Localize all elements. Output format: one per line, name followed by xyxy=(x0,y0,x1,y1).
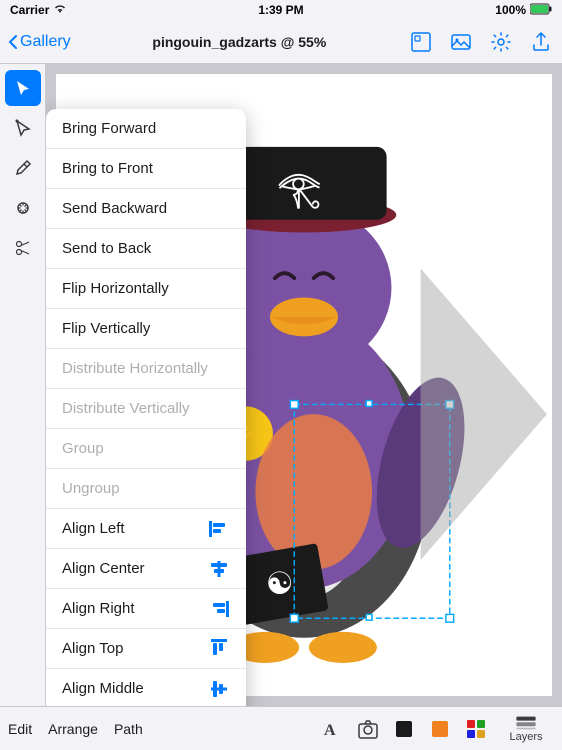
menu-item-label: Distribute Horizontally xyxy=(62,360,208,377)
battery-icon xyxy=(530,3,552,18)
canvas-area[interactable]: 𓂀 ⚡ xyxy=(46,64,562,706)
align-left-icon xyxy=(208,518,230,540)
menu-item-group: Group xyxy=(46,429,246,469)
menu-item-send-to-back[interactable]: Send to Back xyxy=(46,229,246,269)
menu-item-distribute-horizontally: Distribute Horizontally xyxy=(46,349,246,389)
nav-title: pingouin_gadzarts @ 55% xyxy=(152,34,326,50)
bottom-tabs: Edit Arrange Path xyxy=(8,721,143,737)
share-icon[interactable] xyxy=(528,29,554,55)
svg-text:A: A xyxy=(324,722,336,739)
pen-tool[interactable] xyxy=(5,150,41,186)
main-area: 𓂀 ⚡ xyxy=(0,64,562,706)
align-center-icon xyxy=(208,558,230,580)
menu-item-bring-forward[interactable]: Bring Forward xyxy=(46,109,246,149)
bottom-toolbar: Edit Arrange Path A xyxy=(0,706,562,750)
menu-item-label: Group xyxy=(62,440,104,457)
menu-item-align-center[interactable]: Align Center xyxy=(46,549,246,589)
wifi-icon xyxy=(53,3,67,17)
svg-text:𓂀: 𓂀 xyxy=(277,169,321,209)
svg-text:☯: ☯ xyxy=(266,566,294,601)
back-label: Gallery xyxy=(20,33,71,51)
select-tool[interactable] xyxy=(5,70,41,106)
status-time: 1:39 PM xyxy=(258,3,303,17)
menu-item-label: Align Left xyxy=(62,520,125,537)
carrier-label: Carrier xyxy=(10,3,49,17)
back-button[interactable]: Gallery xyxy=(8,33,71,51)
menu-item-send-backward[interactable]: Send Backward xyxy=(46,189,246,229)
menu-item-label: Send to Back xyxy=(62,240,151,257)
nav-left: Gallery xyxy=(8,33,71,51)
bottom-icons: A Layer xyxy=(318,715,554,743)
menu-item-label: Bring Forward xyxy=(62,120,156,137)
menu-item-label: Distribute Vertically xyxy=(62,400,190,417)
status-right: 100% xyxy=(495,3,552,18)
menu-item-label: Flip Horizontally xyxy=(62,280,169,297)
tab-path[interactable]: Path xyxy=(114,721,143,737)
menu-item-align-left[interactable]: Align Left xyxy=(46,509,246,549)
menu-item-label: Align Right xyxy=(62,600,135,617)
black-square-icon[interactable] xyxy=(390,715,418,743)
tab-edit[interactable]: Edit xyxy=(8,721,32,737)
align-middle-icon xyxy=(208,678,230,700)
color-grid-icon[interactable] xyxy=(462,715,490,743)
camera-icon[interactable] xyxy=(354,715,382,743)
status-left: Carrier xyxy=(10,3,67,17)
menu-item-align-right[interactable]: Align Right xyxy=(46,589,246,629)
menu-item-label: Align Top xyxy=(62,640,123,657)
toolbar-left xyxy=(0,64,46,706)
image-icon[interactable] xyxy=(448,29,474,55)
menu-item-distribute-vertically: Distribute Vertically xyxy=(46,389,246,429)
menu-item-align-top[interactable]: Align Top xyxy=(46,629,246,669)
scissors-tool[interactable] xyxy=(5,230,41,266)
menu-item-label: Bring to Front xyxy=(62,160,153,177)
menu-item-align-middle[interactable]: Align Middle xyxy=(46,669,246,706)
orange-square-icon[interactable] xyxy=(426,715,454,743)
menu-item-label: Flip Vertically xyxy=(62,320,150,337)
context-menu: Bring Forward Bring to Front Send Backwa… xyxy=(46,109,246,706)
menu-item-label: Send Backward xyxy=(62,200,167,217)
align-top-icon xyxy=(208,638,230,660)
magic-tool[interactable] xyxy=(5,190,41,226)
direct-select-tool[interactable] xyxy=(5,110,41,146)
menu-item-bring-to-front[interactable]: Bring to Front xyxy=(46,149,246,189)
nav-bar: Gallery pingouin_gadzarts @ 55% xyxy=(0,20,562,64)
layers-label: Layers xyxy=(509,731,542,743)
battery-label: 100% xyxy=(495,3,526,17)
nav-right xyxy=(408,29,554,55)
layers-button[interactable]: Layers xyxy=(498,715,554,743)
gear-icon[interactable] xyxy=(488,29,514,55)
align-right-icon xyxy=(208,598,230,620)
canvas-icon[interactable] xyxy=(408,29,434,55)
menu-item-label: Align Center xyxy=(62,560,145,577)
menu-item-label: Ungroup xyxy=(62,480,120,497)
text-tool-icon[interactable]: A xyxy=(318,715,346,743)
status-bar: Carrier 1:39 PM 100% xyxy=(0,0,562,20)
menu-item-flip-vertically[interactable]: Flip Vertically xyxy=(46,309,246,349)
menu-item-flip-horizontally[interactable]: Flip Horizontally xyxy=(46,269,246,309)
menu-item-label: Align Middle xyxy=(62,680,144,697)
tab-arrange[interactable]: Arrange xyxy=(48,721,98,737)
menu-item-ungroup: Ungroup xyxy=(46,469,246,509)
